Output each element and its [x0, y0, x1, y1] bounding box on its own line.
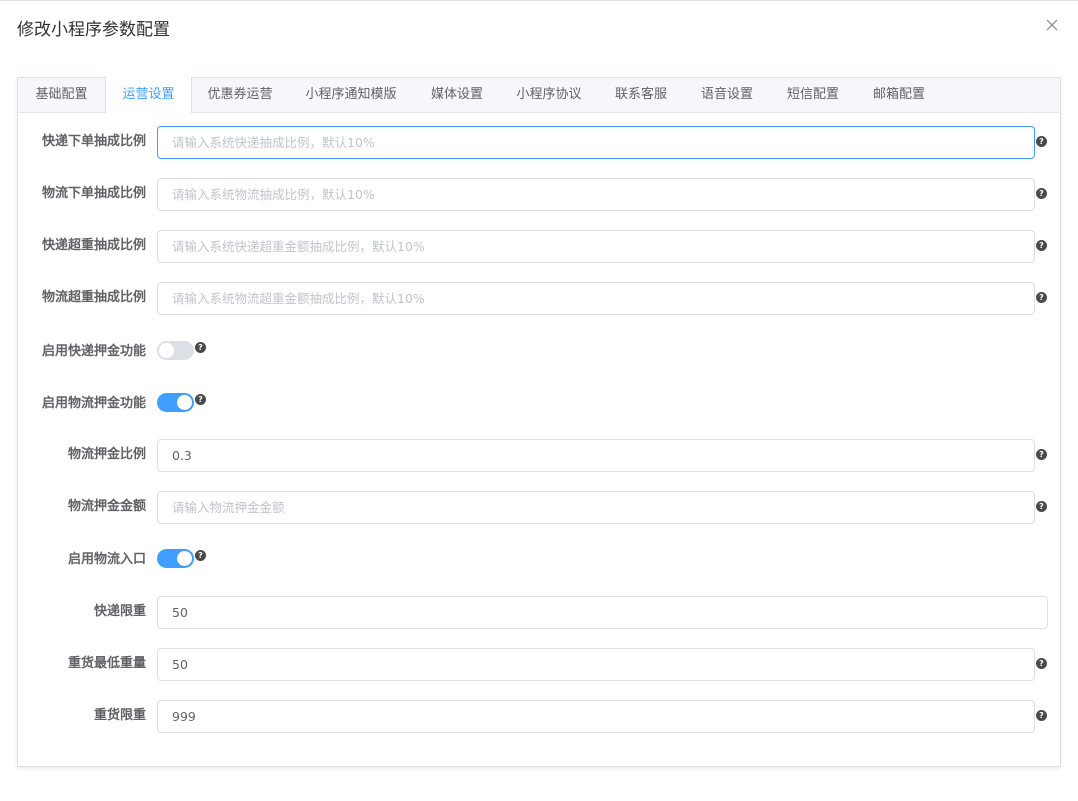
help-icon[interactable]: ? [195, 394, 206, 405]
help-icon[interactable]: ? [195, 342, 206, 353]
row-logistics-entry-enabled: 启用物流入口 ? [18, 544, 1060, 578]
row-logistics-deposit-amount: 物流押金金额 ? [18, 491, 1060, 525]
tab-miniapp-notify-template[interactable]: 小程序通知模版 [288, 77, 414, 113]
row-express-overweight-ratio: 快递超重抽成比例 ? [18, 230, 1060, 264]
heavy-min-weight-input[interactable] [157, 648, 1035, 681]
label-logistics-overweight-ratio: 物流超重抽成比例 [41, 290, 146, 305]
express-deposit-switch[interactable] [157, 341, 194, 360]
label-express-weight-limit: 快递限重 [93, 604, 146, 619]
label-logistics-entry-enabled: 启用物流入口 [67, 552, 146, 567]
logistics-deposit-amount-input[interactable] [157, 491, 1035, 524]
help-icon[interactable]: ? [1036, 136, 1047, 147]
config-dialog: 修改小程序参数配置 基础配置 运营设置 优惠券运营 小程序通知模版 媒体设置 小… [0, 0, 1078, 801]
tab-sms-config[interactable]: 短信配置 [770, 77, 856, 113]
tab-email-config[interactable]: 邮箱配置 [856, 77, 942, 113]
settings-card: 基础配置 运营设置 优惠券运营 小程序通知模版 媒体设置 小程序协议 联系客服 … [17, 77, 1061, 767]
tab-voice-settings[interactable]: 语音设置 [684, 77, 770, 113]
label-logistics-deposit-ratio: 物流押金比例 [67, 447, 146, 462]
row-logistics-overweight-ratio: 物流超重抽成比例 ? [18, 282, 1060, 316]
logistics-deposit-switch[interactable] [157, 393, 194, 412]
tab-miniapp-agreement[interactable]: 小程序协议 [500, 77, 598, 113]
help-icon[interactable]: ? [1036, 449, 1047, 460]
row-express-order-ratio: 快递下单抽成比例 ? [18, 126, 1060, 160]
label-logistics-deposit-amount: 物流押金金额 [67, 499, 146, 514]
help-icon[interactable]: ? [1036, 188, 1047, 199]
help-icon[interactable]: ? [1036, 292, 1047, 303]
label-heavy-weight-limit: 重货限重 [93, 708, 146, 723]
label-heavy-min-weight: 重货最低重量 [67, 656, 146, 671]
label-express-overweight-ratio: 快递超重抽成比例 [41, 238, 146, 253]
row-express-deposit-enabled: 启用快递押金功能 ? [18, 336, 1060, 370]
row-heavy-weight-limit: 重货限重 ? [18, 700, 1060, 734]
tab-customer-service[interactable]: 联系客服 [598, 77, 684, 113]
help-icon[interactable]: ? [1036, 501, 1047, 512]
logistics-deposit-ratio-input[interactable] [157, 439, 1035, 472]
row-heavy-min-weight: 重货最低重量 ? [18, 648, 1060, 682]
tab-coupon-operation[interactable]: 优惠券运营 [192, 77, 288, 113]
row-logistics-deposit-enabled: 启用物流押金功能 ? [18, 388, 1060, 422]
tab-operation-settings[interactable]: 运营设置 [105, 77, 192, 113]
label-logistics-deposit-enabled: 启用物流押金功能 [41, 396, 146, 411]
switch-knob [177, 395, 192, 410]
tab-media-settings[interactable]: 媒体设置 [414, 77, 500, 113]
help-icon[interactable]: ? [1036, 658, 1047, 669]
close-icon[interactable] [1044, 17, 1060, 33]
tab-basic-config[interactable]: 基础配置 [18, 77, 105, 113]
label-express-order-ratio: 快递下单抽成比例 [41, 134, 146, 149]
express-overweight-ratio-input[interactable] [157, 230, 1035, 263]
switch-knob [159, 343, 174, 358]
row-logistics-deposit-ratio: 物流押金比例 ? [18, 439, 1060, 473]
dialog-title: 修改小程序参数配置 [17, 20, 170, 40]
label-express-deposit-enabled: 启用快递押金功能 [41, 344, 146, 359]
logistics-order-ratio-input[interactable] [157, 178, 1035, 211]
row-logistics-order-ratio: 物流下单抽成比例 ? [18, 178, 1060, 212]
help-icon[interactable]: ? [1036, 240, 1047, 251]
logistics-entry-switch[interactable] [157, 549, 194, 568]
logistics-overweight-ratio-input[interactable] [157, 282, 1035, 315]
express-weight-limit-input[interactable] [157, 596, 1048, 629]
help-icon[interactable]: ? [195, 550, 206, 561]
tab-bar: 基础配置 运营设置 优惠券运营 小程序通知模版 媒体设置 小程序协议 联系客服 … [18, 77, 1060, 113]
heavy-weight-limit-input[interactable] [157, 700, 1035, 733]
label-logistics-order-ratio: 物流下单抽成比例 [41, 186, 146, 201]
help-icon[interactable]: ? [1036, 710, 1047, 721]
row-express-weight-limit: 快递限重 [18, 596, 1060, 630]
switch-knob [177, 551, 192, 566]
express-order-ratio-input[interactable] [157, 126, 1035, 159]
